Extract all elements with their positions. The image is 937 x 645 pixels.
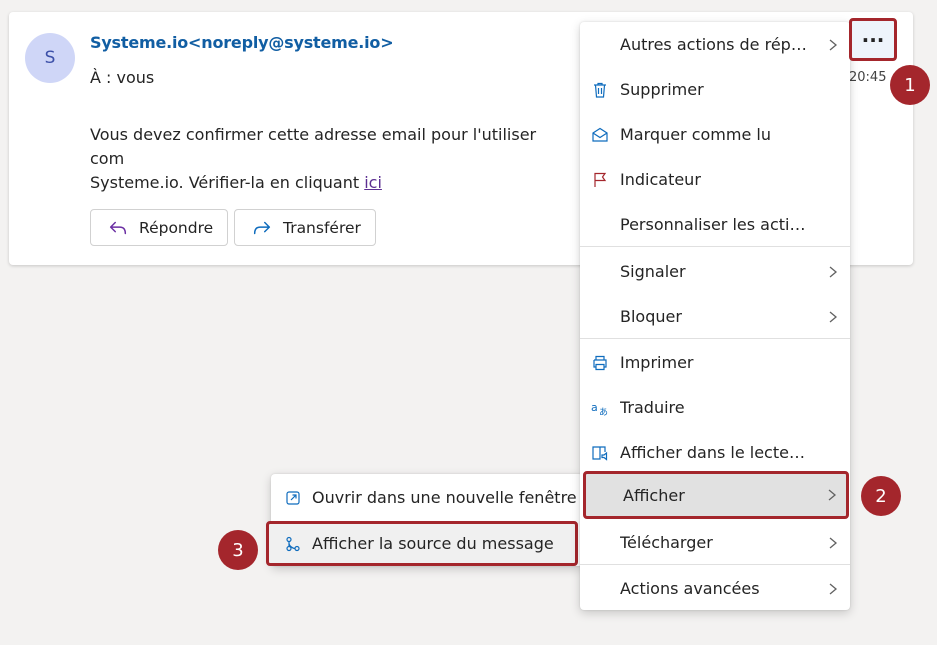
- translate-icon: aあ: [590, 398, 610, 418]
- email-body: Vous devez confirmer cette adresse email…: [90, 123, 570, 195]
- more-actions-menu: Autres actions de répon… Supprimer Marqu…: [580, 22, 850, 610]
- email-time: 20:45: [849, 70, 887, 85]
- menu-item-label: Signaler: [620, 262, 686, 281]
- menu-item-label: Bloquer: [620, 307, 682, 326]
- menu-item-label: Afficher: [623, 485, 685, 505]
- chevron-right-icon: [829, 537, 838, 548]
- chevron-right-icon: [828, 489, 837, 501]
- menu-item-label: Autres actions de répon…: [620, 35, 810, 54]
- menu-item-delete[interactable]: Supprimer: [580, 67, 850, 112]
- menu-item-mark-read[interactable]: Marquer comme lu: [580, 112, 850, 157]
- body-line-2: Systeme.io. Vérifier-la en cliquant: [90, 173, 365, 192]
- submenu-item-label: Afficher la source du message: [312, 534, 554, 553]
- chevron-right-icon: [829, 266, 838, 277]
- verify-link[interactable]: ici: [364, 173, 382, 192]
- menu-divider: [580, 246, 850, 247]
- menu-item-label: Actions avancées: [620, 579, 760, 598]
- menu-item-translate[interactable]: aあ Traduire: [580, 385, 850, 430]
- submenu-item-view-source[interactable]: Afficher la source du message: [266, 521, 578, 566]
- menu-item-label: Personnaliser les actions: [620, 215, 810, 234]
- chevron-right-icon: [829, 39, 838, 50]
- menu-item-label: Afficher dans le lecteur i…: [620, 443, 810, 462]
- svg-text:あ: あ: [599, 407, 608, 417]
- chevron-right-icon: [829, 311, 838, 322]
- flag-icon: [590, 170, 610, 190]
- forward-label: Transférer: [283, 218, 361, 237]
- menu-item-other-reply-actions[interactable]: Autres actions de répon…: [580, 22, 850, 67]
- view-submenu: Ouvrir dans une nouvelle fenêtre Affiche…: [266, 474, 583, 566]
- menu-item-flag[interactable]: Indicateur: [580, 157, 850, 202]
- menu-item-label: Traduire: [620, 398, 685, 417]
- reply-button[interactable]: Répondre: [90, 209, 229, 246]
- menu-item-advanced-actions[interactable]: Actions avancées: [580, 566, 850, 611]
- menu-item-immersive-reader[interactable]: Afficher dans le lecteur i…: [580, 430, 850, 475]
- chevron-right-icon: [829, 583, 838, 594]
- forward-icon: [253, 221, 271, 234]
- body-line-1: Vous devez confirmer cette adresse email…: [90, 125, 537, 168]
- menu-item-customize-actions[interactable]: Personnaliser les actions: [580, 202, 850, 247]
- menu-item-label: Marquer comme lu: [620, 125, 771, 144]
- open-new-window-icon: [283, 488, 303, 508]
- recipient-line: À : vous: [90, 68, 155, 87]
- step-badge-3: 3: [218, 530, 258, 570]
- menu-item-label: Imprimer: [620, 353, 694, 372]
- menu-divider: [580, 338, 850, 339]
- trash-icon: [590, 80, 610, 100]
- submenu-item-open-new-window[interactable]: Ouvrir dans une nouvelle fenêtre: [271, 475, 583, 520]
- menu-item-label: Télécharger: [620, 533, 713, 552]
- menu-item-print[interactable]: Imprimer: [580, 340, 850, 385]
- envelope-open-icon: [590, 125, 610, 145]
- menu-item-view[interactable]: Afficher: [583, 471, 849, 519]
- step-badge-2: 2: [861, 476, 901, 516]
- menu-item-label: Indicateur: [620, 170, 701, 189]
- printer-icon: [590, 353, 610, 373]
- forward-button[interactable]: Transférer: [234, 209, 376, 246]
- avatar[interactable]: S: [25, 33, 75, 83]
- message-source-icon: [283, 534, 303, 554]
- svg-text:a: a: [591, 401, 598, 414]
- more-actions-button[interactable]: ···: [849, 18, 897, 61]
- menu-item-report[interactable]: Signaler: [580, 249, 850, 294]
- menu-item-block[interactable]: Bloquer: [580, 294, 850, 339]
- reply-label: Répondre: [139, 218, 214, 237]
- menu-divider: [580, 564, 850, 565]
- immersive-reader-icon: [590, 443, 610, 463]
- submenu-item-label: Ouvrir dans une nouvelle fenêtre: [312, 488, 577, 507]
- reply-icon: [109, 221, 127, 234]
- sender-name[interactable]: Systeme.io<noreply@systeme.io>: [90, 33, 394, 52]
- step-badge-1: 1: [890, 65, 930, 105]
- menu-item-download[interactable]: Télécharger: [580, 520, 850, 565]
- menu-item-label: Supprimer: [620, 80, 704, 99]
